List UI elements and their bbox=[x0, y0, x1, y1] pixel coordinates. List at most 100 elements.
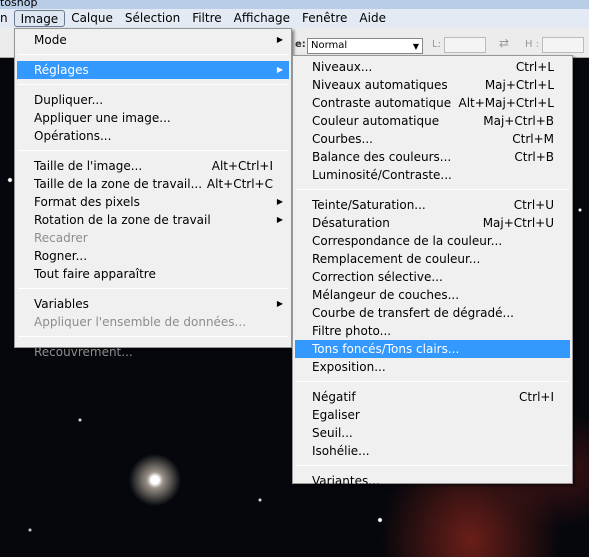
mode-label: e: bbox=[295, 39, 306, 50]
menu-item-label: Dupliquer... bbox=[34, 93, 104, 107]
menu-item-courbes[interactable]: Courbes... Ctrl+M bbox=[295, 130, 570, 148]
menu-item-label: Variables bbox=[34, 297, 89, 311]
menu-item-label: Variantes... bbox=[312, 474, 380, 488]
menu-item-dupliquer[interactable]: Dupliquer... bbox=[17, 91, 289, 109]
blend-mode-select[interactable]: Normal ▼ bbox=[307, 38, 423, 54]
menu-item-shortcut: Alt+Ctrl+C bbox=[206, 177, 273, 191]
submenu-arrow-icon: ▶ bbox=[276, 65, 283, 74]
menu-separator bbox=[296, 381, 569, 382]
menu-item-operations[interactable]: Opérations... bbox=[17, 127, 289, 145]
menu-item-isohelie[interactable]: Isohélie... bbox=[295, 442, 570, 460]
reglages-submenu: Niveaux... Ctrl+L Niveaux automatiques Maj+… bbox=[292, 55, 573, 488]
menu-n[interactable]: n bbox=[0, 10, 14, 27]
menu-item-balance-des-couleurs[interactable]: Balance des couleurs... Ctrl+B bbox=[295, 148, 570, 166]
menu-filtre[interactable]: Filtre bbox=[186, 10, 227, 27]
menu-item-appliquer-l-ensemble-de-donnees: Appliquer l'ensemble de données... bbox=[17, 313, 289, 331]
width-label: L: bbox=[432, 39, 441, 50]
title-bar: toshop bbox=[0, 0, 589, 9]
menu-item-teinte-saturation[interactable]: Teinte/Saturation... Ctrl+U bbox=[295, 196, 570, 214]
menu-item-shortcut: Ctrl+L bbox=[515, 60, 554, 74]
swap-icon[interactable]: ⇄ bbox=[499, 36, 509, 50]
menu-item-tons-fonces-tons-clairs[interactable]: Tons foncés/Tons clairs... bbox=[295, 340, 570, 358]
menu-item-correction-selective[interactable]: Correction sélective... bbox=[295, 268, 570, 286]
menu-separator bbox=[18, 288, 288, 289]
menu-item-rotation-de-la-zone-de-travail[interactable]: Rotation de la zone de travail ▶ bbox=[17, 211, 289, 229]
menu-item-label: Opérations... bbox=[34, 129, 112, 143]
submenu-arrow-icon: ▶ bbox=[276, 215, 283, 224]
menu-item-label: Contraste automatique bbox=[312, 96, 452, 110]
menu-item-shortcut: Maj+Ctrl+U bbox=[482, 216, 554, 230]
menu-item-exposition[interactable]: Exposition... bbox=[295, 358, 570, 376]
menu-item-label: Appliquer l'ensemble de données... bbox=[34, 315, 247, 329]
menu-item-label: Format des pixels bbox=[34, 195, 140, 209]
menu-item-recouvrement: Recouvrement... bbox=[17, 343, 289, 361]
width-input[interactable] bbox=[444, 37, 486, 53]
menu-item-courbe-de-transfert-de-degrade[interactable]: Courbe de transfert de dégradé... bbox=[295, 304, 570, 322]
menu-item-label: Niveaux... bbox=[312, 60, 373, 74]
menu-separator bbox=[18, 84, 288, 85]
menu-item-label: Teinte/Saturation... bbox=[312, 198, 426, 212]
menu-separator bbox=[296, 189, 569, 190]
menu-item-label: Balance des couleurs... bbox=[312, 150, 452, 164]
height-input[interactable] bbox=[542, 37, 584, 53]
menu-item-label: Réglages bbox=[34, 63, 89, 77]
menu-item-shortcut: Maj+Ctrl+L bbox=[484, 78, 554, 92]
menu-calque[interactable]: Calque bbox=[65, 10, 119, 27]
menu-item-label: Taille de la zone de travail... bbox=[34, 177, 203, 191]
menu-item-label: Tout faire apparaître bbox=[34, 267, 156, 281]
menu-item-label: Mode bbox=[34, 33, 67, 47]
menu-item-label: Couleur automatique bbox=[312, 114, 440, 128]
menu-item-label: Filtre photo... bbox=[312, 324, 392, 338]
menu-image[interactable]: Image bbox=[13, 10, 66, 27]
menu-item-appliquer-une-image[interactable]: Appliquer une image... bbox=[17, 109, 289, 127]
menu-item-egaliser[interactable]: Egaliser bbox=[295, 406, 570, 424]
menu-item-tout-faire-apparaitre[interactable]: Tout faire apparaître bbox=[17, 265, 289, 283]
menu-affichage[interactable]: Affichage bbox=[228, 10, 296, 27]
menu-separator bbox=[18, 336, 288, 337]
menu-item-label: Appliquer une image... bbox=[34, 111, 171, 125]
menu-item-reglages[interactable]: Réglages ▶ bbox=[17, 61, 289, 79]
menu-item-remplacement-de-couleur[interactable]: Remplacement de couleur... bbox=[295, 250, 570, 268]
menu-item-desaturation[interactable]: Désaturation Maj+Ctrl+U bbox=[295, 214, 570, 232]
menu-item-negatif[interactable]: Négatif Ctrl+I bbox=[295, 388, 570, 406]
menu-item-label: Isohélie... bbox=[312, 444, 370, 458]
menu-item-taille-de-l-image[interactable]: Taille de l'image... Alt+Ctrl+I bbox=[17, 157, 289, 175]
menu-item-label: Courbes... bbox=[312, 132, 373, 146]
menu-item-filtre-photo[interactable]: Filtre photo... bbox=[295, 322, 570, 340]
menu-selection[interactable]: Sélection bbox=[119, 10, 186, 27]
chevron-down-icon: ▼ bbox=[412, 42, 419, 51]
menu-item-taille-de-la-zone-de-travail[interactable]: Taille de la zone de travail... Alt+Ctrl+… bbox=[17, 175, 289, 193]
menu-item-format-des-pixels[interactable]: Format des pixels ▶ bbox=[17, 193, 289, 211]
menu-item-label: Mélangeur de couches... bbox=[312, 288, 460, 302]
menu-item-melangeur-de-couches[interactable]: Mélangeur de couches... bbox=[295, 286, 570, 304]
menu-item-correspondance-de-la-couleur[interactable]: Correspondance de la couleur... bbox=[295, 232, 570, 250]
menu-item-label: Seuil... bbox=[312, 426, 353, 440]
window-title: toshop bbox=[0, 0, 38, 9]
menu-item-label: Correction sélective... bbox=[312, 270, 443, 284]
menu-item-shortcut: Alt+Ctrl+I bbox=[211, 159, 273, 173]
menu-item-label: Rogner... bbox=[34, 249, 88, 263]
menu-item-mode[interactable]: Mode ▶ bbox=[17, 31, 289, 49]
menu-fenetre[interactable]: Fenêtre bbox=[296, 10, 353, 27]
submenu-arrow-icon: ▶ bbox=[276, 35, 283, 44]
menu-item-seuil[interactable]: Seuil... bbox=[295, 424, 570, 442]
menu-aide[interactable]: Aide bbox=[353, 10, 392, 27]
menu-item-shortcut: Ctrl+M bbox=[512, 132, 554, 146]
menu-item-niveaux-automatiques[interactable]: Niveaux automatiques Maj+Ctrl+L bbox=[295, 76, 570, 94]
image-menu: Mode ▶ Réglages ▶ Dupliquer... Appliquer une … bbox=[14, 28, 292, 359]
menu-separator bbox=[18, 150, 288, 151]
menu-item-couleur-automatique[interactable]: Couleur automatique Maj+Ctrl+B bbox=[295, 112, 570, 130]
menu-item-variantes[interactable]: Variantes... bbox=[295, 472, 570, 490]
menu-bar: n Image Calque Sélection Filtre Affichage Fenê… bbox=[0, 9, 589, 28]
menu-item-variables[interactable]: Variables ▶ bbox=[17, 295, 289, 313]
menu-item-shortcut: Maj+Ctrl+B bbox=[483, 114, 554, 128]
menu-item-rogner[interactable]: Rogner... bbox=[17, 247, 289, 265]
menu-item-niveaux[interactable]: Niveaux... Ctrl+L bbox=[295, 58, 570, 76]
menu-item-contraste-automatique[interactable]: Contraste automatique Alt+Maj+Ctrl+L bbox=[295, 94, 570, 112]
menu-separator bbox=[18, 54, 288, 55]
menu-item-label: Désaturation bbox=[312, 216, 390, 230]
menu-item-luminosite-contraste[interactable]: Luminosité/Contraste... bbox=[295, 166, 570, 184]
menu-item-label: Courbe de transfert de dégradé... bbox=[312, 306, 514, 320]
submenu-arrow-icon: ▶ bbox=[276, 299, 283, 308]
menu-item-label: Correspondance de la couleur... bbox=[312, 234, 503, 248]
